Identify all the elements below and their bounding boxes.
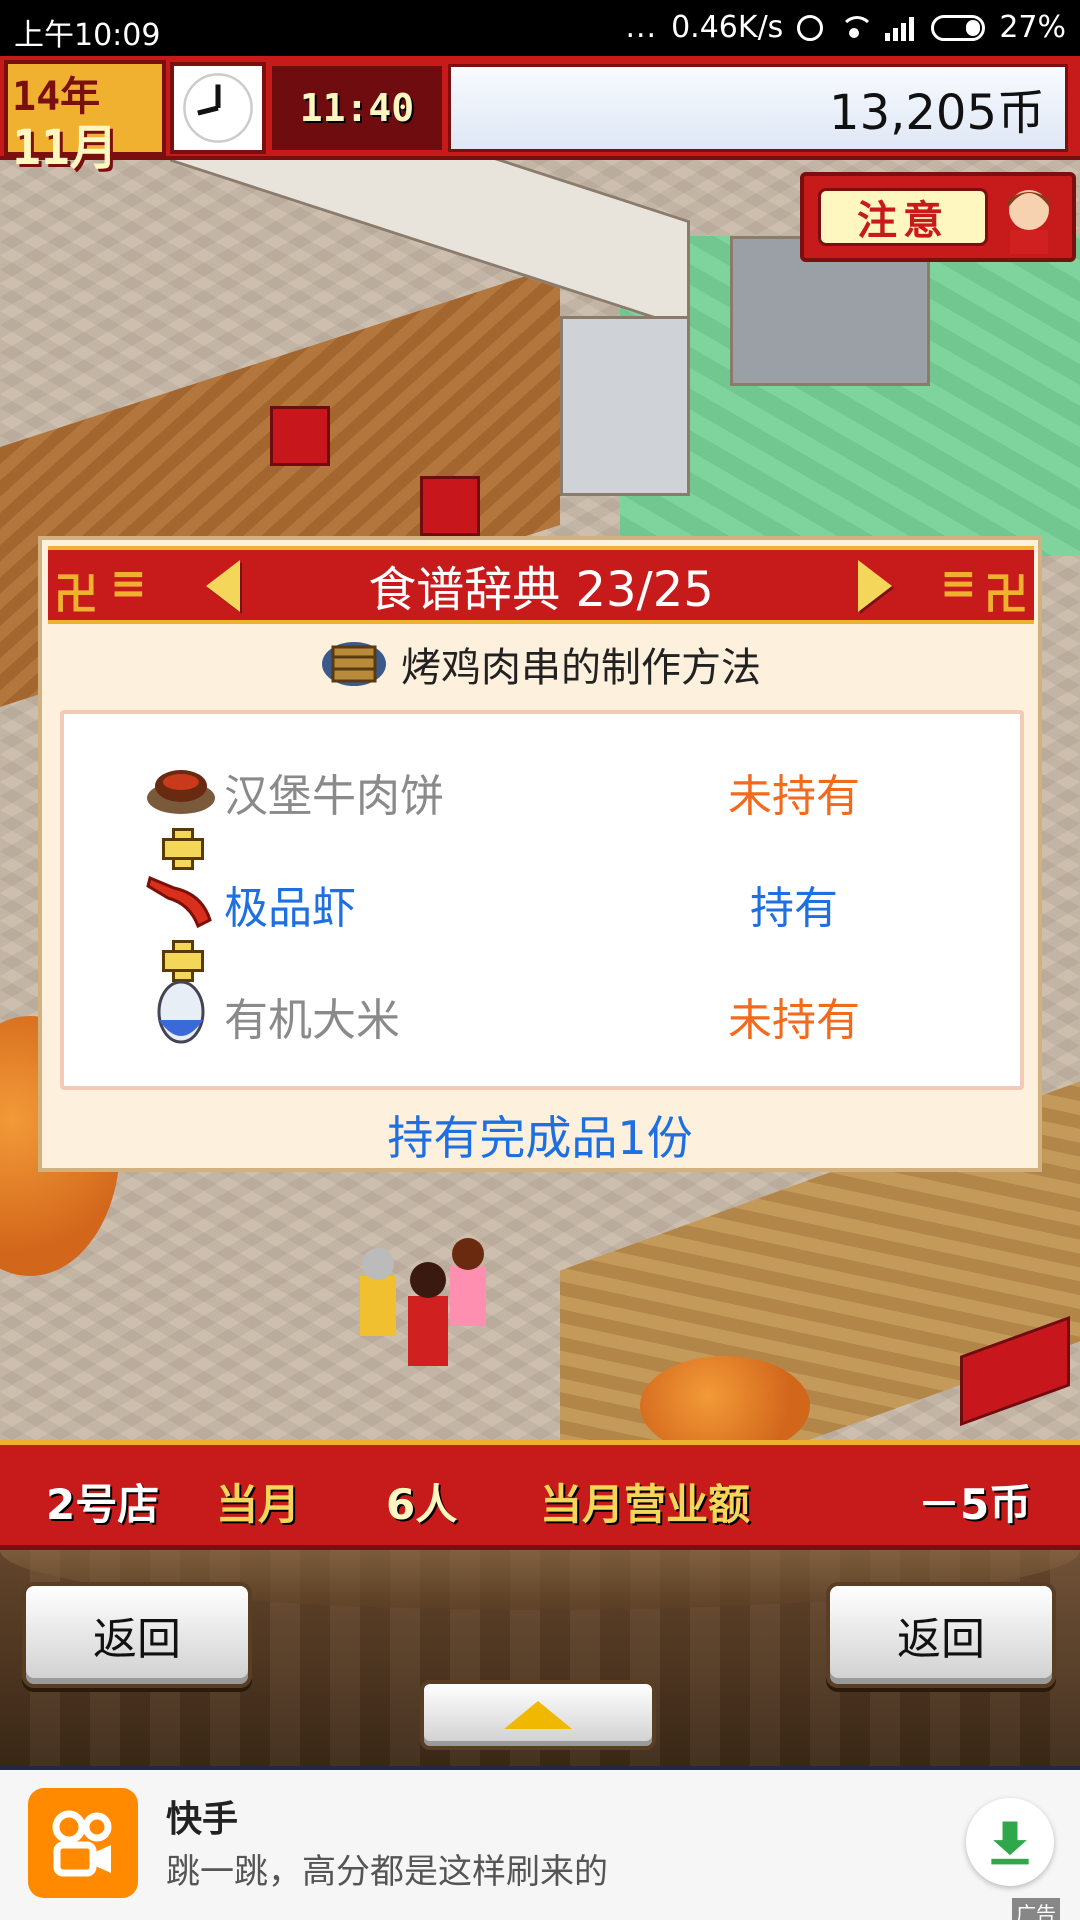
scene-fridge (560, 316, 690, 496)
month-label: 11月 (12, 120, 118, 176)
recipe-dialog: 卍 ≡ 食谱辞典 23/25 ≡ 卍 烤鸡肉串的制作方法 汉堡牛肉饼 未持有 极… (38, 536, 1042, 1172)
visitor-count: 6人 (386, 1480, 458, 1529)
signal-icon (885, 15, 917, 41)
battery-percent: 27% (999, 10, 1066, 45)
ingredient-list: 汉堡牛肉饼 未持有 极品虾 持有 有机大米 未持有 (60, 710, 1024, 1090)
notice-label: 注意 (818, 188, 988, 246)
recipe-subtitle: 烤鸡肉串的制作方法 (42, 634, 1038, 694)
ad-banner[interactable]: 快手 跳一跳，高分都是这样刷来的 广告 (0, 1766, 1080, 1920)
ornament-icon: 卍 (984, 569, 1028, 620)
next-recipe-arrow-icon[interactable] (858, 560, 892, 612)
ingredient-name: 汉堡牛肉饼 (224, 771, 444, 822)
ingredient-row: 汉堡牛肉饼 未持有 (64, 748, 1020, 828)
wifi-icon (837, 15, 875, 40)
download-icon (991, 1821, 1029, 1865)
ad-description: 跳一跳，高分都是这样刷来的 (166, 1852, 608, 1892)
revenue-label: 当月营业额 (540, 1480, 751, 1529)
plus-icon (162, 940, 204, 982)
status-bar: 上午10:09 ... 0.46K/s 27% (0, 0, 1080, 56)
ingredient-name: 极品虾 (224, 883, 356, 934)
expand-menu-button[interactable] (420, 1680, 656, 1750)
month-label: 当月 (216, 1480, 301, 1529)
control-panel: 返回 返回 (0, 1550, 1080, 1766)
revenue-value: －5币 (918, 1480, 1032, 1529)
store-number: 2号店 (46, 1480, 160, 1529)
store-info-bar: 2号店 当月 6人 当月营业额 －5币 (0, 1440, 1080, 1550)
top-hud: 14年 11月 11:40 13,205币 (0, 56, 1080, 176)
ingredient-row: 极品虾 持有 (64, 860, 1020, 940)
ad-title: 快手 (166, 1799, 239, 1840)
return-button-right[interactable]: 返回 (826, 1582, 1056, 1688)
recipe-name: 烤鸡肉串的制作方法 (401, 645, 761, 691)
status-icons: ... 0.46K/s 27% (625, 10, 1066, 45)
notification-dots: ... (625, 10, 658, 45)
kuaishou-logo-icon (28, 1788, 138, 1898)
status-time: 上午10:09 (14, 18, 161, 53)
ingredient-status: 持有 (750, 883, 838, 934)
advisor-avatar-icon (998, 182, 1060, 254)
ingredient-name: 有机大米 (224, 995, 400, 1046)
dialog-header: 卍 ≡ 食谱辞典 23/25 ≡ 卍 (48, 546, 1034, 624)
ingredient-status: 未持有 (728, 995, 860, 1046)
ingredient-row: 有机大米 未持有 (64, 972, 1020, 1052)
hamburg-steak-icon (147, 770, 215, 814)
plus-icon (162, 828, 204, 870)
skewer-icon (322, 642, 386, 686)
alarm-icon (797, 14, 824, 41)
network-speed: 0.46K/s (671, 10, 784, 45)
battery-icon (931, 14, 986, 41)
shrimp-icon (146, 875, 212, 929)
return-button-left[interactable]: 返回 (22, 1582, 252, 1688)
money-display: 13,205币 (448, 64, 1068, 152)
clock-icon (170, 62, 266, 154)
game-time: 11:40 (272, 66, 442, 150)
rice-icon (157, 980, 205, 1044)
date-display: 14年 11月 (4, 60, 166, 176)
ingredient-status: 未持有 (728, 771, 860, 822)
ornament-icon: ≡ (940, 558, 977, 609)
scene-banner (270, 406, 330, 466)
scene-customers (350, 1236, 510, 1396)
download-button[interactable] (966, 1798, 1054, 1886)
up-arrow-icon (504, 1701, 572, 1729)
scene-banner (420, 476, 480, 536)
finished-product-count: 持有完成品1份 (387, 1111, 693, 1165)
ad-tag: 广告 (1012, 1898, 1060, 1920)
notice-button[interactable]: 注意 (800, 172, 1076, 262)
